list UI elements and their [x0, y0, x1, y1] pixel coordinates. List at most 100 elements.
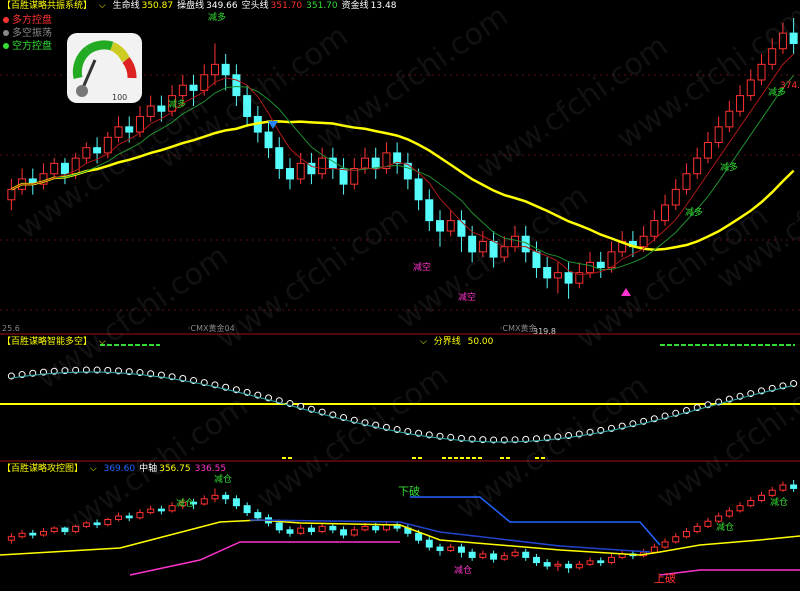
candle-body-70	[757, 63, 766, 81]
candle-body-52	[564, 272, 573, 284]
p3-candle-body-48	[522, 551, 530, 558]
chart-stage: 减多减多减空减空减多减多减多374.9·CMX黄金04·CMX黄金319.825…	[0, 0, 800, 587]
legend-bear-label: 空方控盘	[12, 41, 52, 52]
label-cmx-1: ·CMX黄金04	[188, 323, 235, 333]
candle-body-42	[457, 220, 466, 237]
gauge-max-label: 100	[112, 93, 127, 102]
candle-body-47	[511, 235, 520, 248]
p3-candle-body-10	[115, 515, 123, 520]
candle-body-40	[436, 220, 445, 232]
label-jiancang-5: 减仓	[770, 496, 788, 508]
candle-body-43	[468, 235, 477, 253]
candle-body-12	[135, 115, 144, 133]
p3-candle-body-42	[457, 546, 465, 553]
p3-candle-body-21	[232, 498, 240, 507]
panel2-dropdown-icon-2[interactable]: ⌵	[420, 337, 427, 347]
panel2-item-label: 分界线	[433, 337, 461, 347]
p3-candle-body-50	[543, 562, 551, 567]
candle-body-18	[200, 74, 209, 91]
panel1-item-value-4: 13.48	[370, 1, 397, 11]
p3-candle-body-64	[693, 525, 701, 533]
candle-body-5	[60, 162, 69, 175]
p3-candle-body-8	[93, 522, 101, 526]
gauge-arc-green-2	[85, 40, 114, 54]
candle-body-50	[543, 266, 552, 279]
p3-candle-body-39	[425, 539, 433, 548]
panel1-item-value-1: 349.66	[206, 1, 238, 11]
panel1-item-label-0: 生命线	[112, 1, 140, 11]
candle-body-38	[414, 178, 423, 201]
p3-candle-body-46	[500, 555, 508, 560]
label-cmx-2: ·CMX黄金	[500, 323, 537, 333]
candle-body-46	[500, 246, 509, 258]
p3-candle-body-5	[61, 527, 69, 533]
p3-candle-body-4	[50, 527, 58, 533]
panel2-dropdown-icon[interactable]: ⌵	[99, 337, 106, 347]
p3-candle-body-72	[779, 484, 787, 491]
candle-body-63	[682, 173, 691, 190]
panel2-item-value: 50.00	[467, 337, 494, 347]
p3-candle-body-29	[318, 525, 326, 533]
candle-body-9	[103, 136, 112, 154]
panel2-items: ⌵ 分界线 50.00	[420, 337, 497, 348]
p3-candle-body-60	[650, 546, 658, 553]
candle-body-34	[371, 157, 380, 170]
candle-body-24	[264, 131, 273, 149]
p3-candle-body-9	[104, 518, 112, 526]
label-jiancang-2: 减仓	[176, 497, 194, 509]
p3-candle-body-25	[275, 522, 283, 531]
candle-body-25	[275, 147, 284, 170]
candle-body-44	[478, 240, 487, 253]
candle-body-22	[243, 95, 252, 117]
candle-body-20	[221, 63, 230, 76]
candle-body-26	[285, 168, 294, 180]
p3-candle-body-63	[682, 531, 690, 538]
p3-candle-body-53	[575, 563, 583, 569]
candle-body-36	[393, 152, 402, 164]
candle-body-73	[789, 32, 798, 45]
panel1-item-value-2: 351.70	[270, 1, 303, 11]
candle-body-72	[778, 32, 787, 50]
candle-body-7	[82, 147, 91, 159]
label-jianduo-top: 减多	[208, 11, 226, 23]
legend-bull-dot	[3, 17, 9, 23]
p3-candle-body-43	[468, 551, 476, 558]
candle-body-55	[596, 261, 605, 268]
candle-body-14	[157, 105, 166, 112]
label-jianduo-2: 减多	[685, 206, 703, 218]
candle-body-62	[671, 188, 680, 206]
p3-candle-body-54	[586, 560, 594, 565]
candle-body-41	[446, 220, 455, 232]
panel3-item-value-1: 356.75	[159, 464, 191, 474]
p3-candle-body-49	[532, 556, 540, 564]
candle-body-45	[489, 240, 498, 258]
p3-candle-body-20	[222, 494, 230, 500]
panel3-dropdown-icon[interactable]: ⌵	[90, 464, 97, 474]
candle-body-68	[736, 95, 745, 112]
panel1-title: 【百胜谋略共振系统】	[2, 1, 93, 11]
p3-candle-body-32	[350, 529, 358, 536]
legend-bear: 空方控盘	[3, 41, 52, 53]
p3-candle-body-7	[82, 522, 90, 527]
osc-line	[11, 371, 794, 443]
p3-candle-body-61	[661, 541, 669, 548]
candle-body-51	[553, 272, 562, 279]
legend-range: 多空振荡	[3, 28, 52, 40]
panel1-dropdown-icon[interactable]: ⌵	[99, 1, 106, 11]
p3-candle-body-15	[168, 505, 176, 512]
candle-body-4	[50, 162, 59, 175]
candle-body-60	[650, 220, 659, 237]
gauge-hub	[76, 85, 88, 97]
candle-body-33	[360, 157, 369, 170]
p3-candle-body-6	[72, 525, 80, 533]
label-xiapo: 下破	[398, 484, 420, 498]
label-low: 319.8	[533, 327, 556, 336]
candle-body-65	[703, 141, 712, 159]
panel1-item-value-0: 350.87	[141, 1, 174, 11]
candle-body-61	[661, 204, 670, 222]
life-line	[10, 120, 795, 251]
p3-candle-body-51	[554, 563, 562, 567]
p3-candle-body-23	[254, 512, 262, 519]
p3-candle-body-47	[511, 551, 519, 557]
chart-svg: 减多减多减空减空减多减多减多374.9·CMX黄金04·CMX黄金319.825…	[0, 11, 800, 585]
